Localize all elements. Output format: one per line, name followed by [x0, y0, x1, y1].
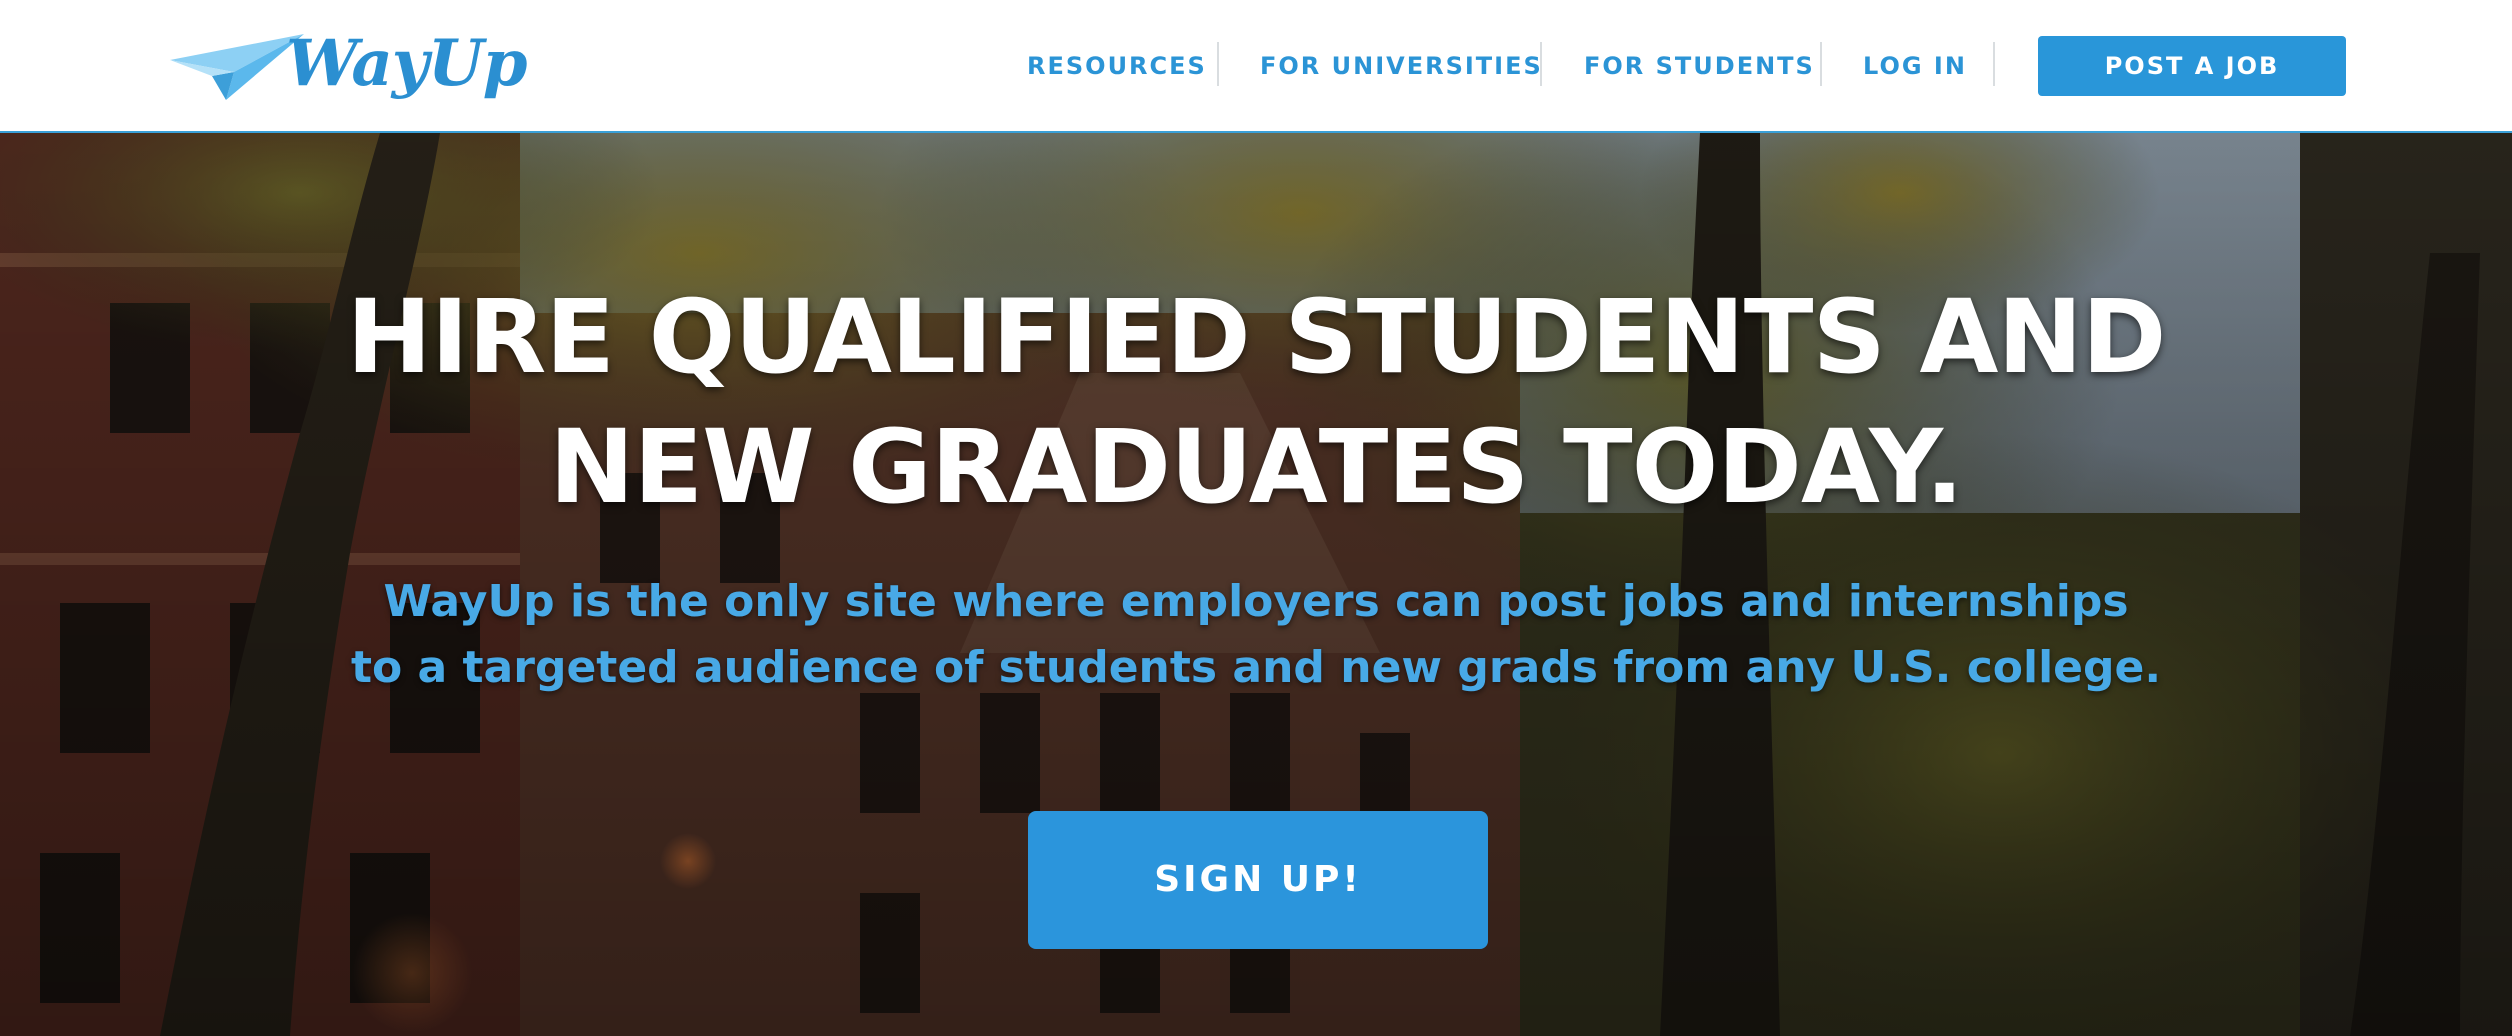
logo-wordmark: WayUp: [286, 26, 528, 101]
site-header: WayUp RESOURCES FOR UNIVERSITIES FOR STU…: [0, 0, 2512, 133]
nav-log-in[interactable]: LOG IN: [1863, 44, 1967, 88]
post-a-job-button[interactable]: POST A JOB: [2038, 36, 2346, 96]
nav-divider: [1993, 42, 1995, 86]
nav-for-students[interactable]: FOR STUDENTS: [1584, 44, 1815, 88]
hero-headline-line-2: NEW GRADUATES TODAY.: [549, 408, 1964, 527]
nav-divider: [1540, 42, 1542, 86]
nav-divider: [1217, 42, 1219, 86]
nav-resources[interactable]: RESOURCES: [1027, 44, 1207, 88]
hero-description-line-2: to a targeted audience of students and n…: [350, 642, 2162, 693]
hero-headline: HIRE QUALIFIED STUDENTS AND NEW GRADUATE…: [0, 273, 2512, 533]
hero-section: HIRE QUALIFIED STUDENTS AND NEW GRADUATE…: [0, 133, 2512, 1036]
nav-divider: [1820, 42, 1822, 86]
wayup-logo[interactable]: WayUp: [168, 22, 528, 106]
hero-headline-line-1: HIRE QUALIFIED STUDENTS AND: [346, 278, 2167, 397]
nav-for-universities[interactable]: FOR UNIVERSITIES: [1260, 44, 1543, 88]
sign-up-button[interactable]: SIGN UP!: [1028, 811, 1488, 949]
hero-description-line-1: WayUp is the only site where employers c…: [383, 576, 2129, 627]
hero-description: WayUp is the only site where employers c…: [0, 569, 2512, 701]
